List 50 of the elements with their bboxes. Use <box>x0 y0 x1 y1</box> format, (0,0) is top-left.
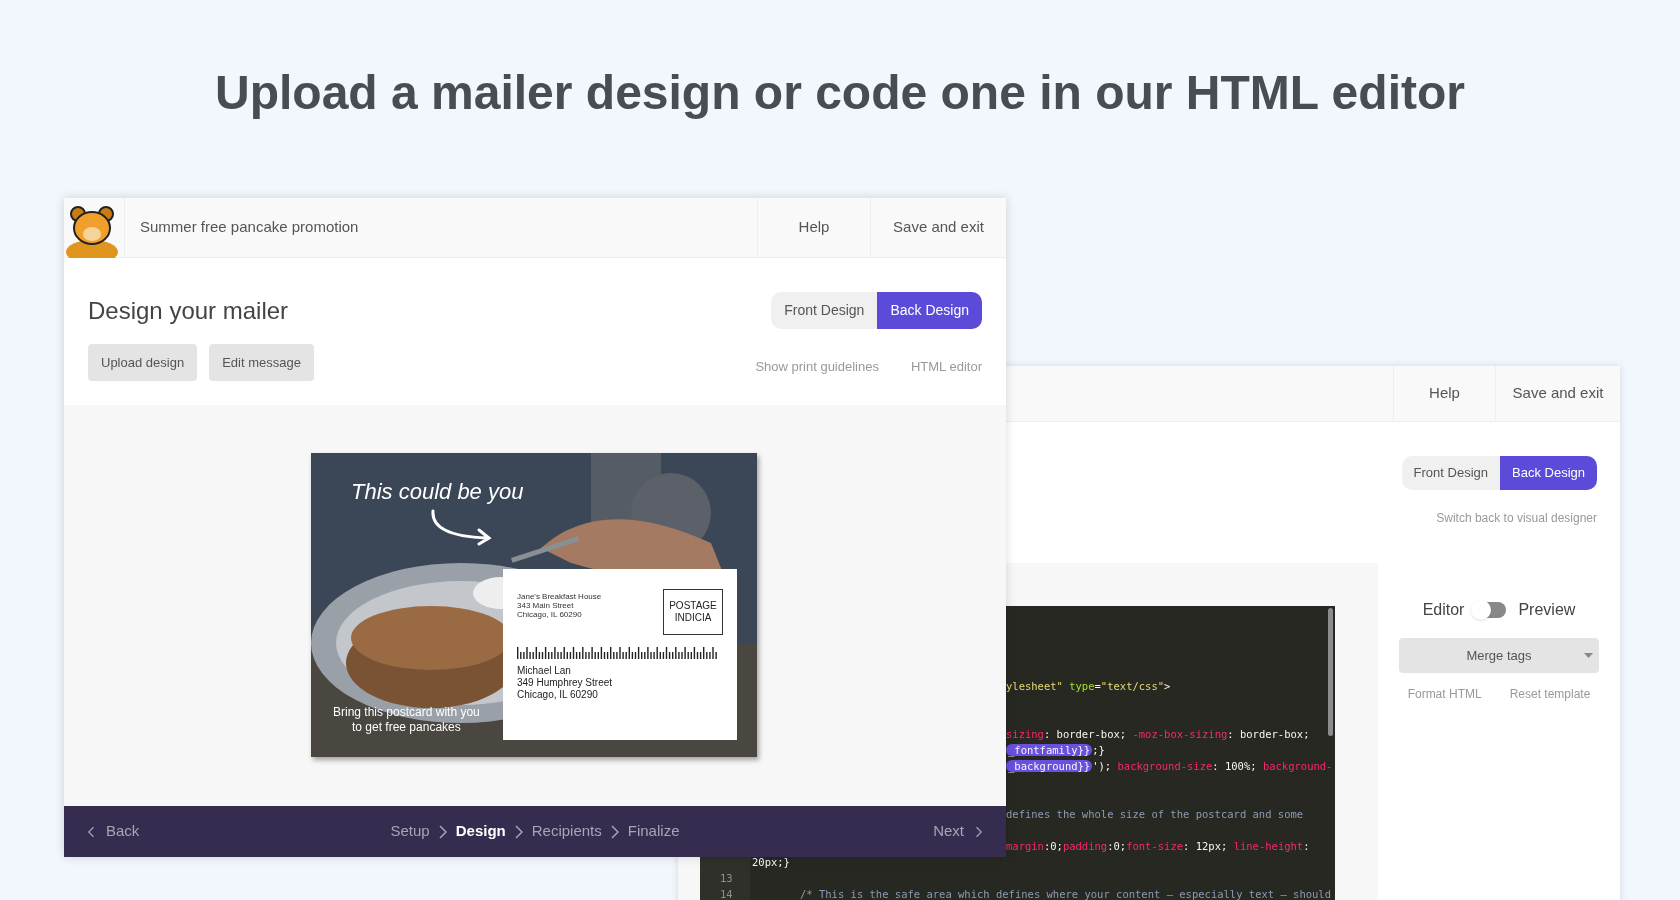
action-button[interactable]: Upload design <box>88 344 198 381</box>
code-line: 20px;} <box>752 855 790 870</box>
recipient-address-line: 349 Humphrey Street <box>517 677 614 689</box>
back-link[interactable]: Back <box>82 820 202 843</box>
editor-label: Editor <box>1422 600 1465 620</box>
postage-text: POSTAGE <box>669 600 717 612</box>
headline: Upload a mailer design or code one in our HTML editor <box>215 65 1465 121</box>
line-number: 14 <box>720 887 733 900</box>
recipient-address-line: Michael Lan <box>517 665 572 677</box>
scrollbar[interactable] <box>1328 608 1333 736</box>
barcode-icon <box>517 647 719 659</box>
header-link[interactable]: Help <box>757 198 870 257</box>
step-link[interactable]: Recipients <box>531 820 602 843</box>
design-tab[interactable]: Front Design <box>771 292 878 329</box>
code-line: ylesheet" type="text/css"> <box>1006 679 1171 694</box>
view-toggle[interactable] <box>1472 602 1507 618</box>
caret-icon <box>1584 653 1593 658</box>
chevron-right-icon <box>514 824 523 839</box>
chevron-right-icon <box>610 824 619 839</box>
project-title: Summer free pancake promotion <box>124 198 757 257</box>
return-address-line: Jane's Breakfast House <box>517 592 602 601</box>
header-link[interactable]: Save and exit <box>1495 366 1620 421</box>
code-line: _fontfamily}} ;} <box>1006 743 1105 758</box>
step-link[interactable]: Finalize <box>627 820 680 843</box>
code-line: sizing: border-box; -moz-box-sizing: border-box; <box>1006 727 1310 742</box>
step-link[interactable]: Setup <box>390 820 430 843</box>
postcard-headline: This could be you <box>351 478 524 506</box>
chevron-right-icon <box>438 824 447 839</box>
design-tab[interactable]: Back Design <box>877 292 982 329</box>
postcard-text: to get free pancakes <box>352 720 461 735</box>
code-line: margin:0;padding:0;font-size: 12px; line-height: <box>1006 839 1310 854</box>
postcard-text: Bring this postcard with you <box>333 705 480 720</box>
return-address-line: 343 Main Street <box>517 601 575 610</box>
design-tab[interactable]: Front Design <box>1401 456 1500 490</box>
code-line: /* This is the safe area which defines where your content – especially text – should <box>800 887 1331 900</box>
action-button[interactable]: Edit message <box>209 344 314 381</box>
return-address-line: Chicago, IL 60290 <box>517 610 583 619</box>
header-link[interactable]: Help <box>1393 366 1495 421</box>
merge-tags-dropdown[interactable]: Merge tags <box>1399 638 1599 673</box>
preview-label: Preview <box>1518 600 1576 620</box>
step-link[interactable]: Design <box>455 820 506 843</box>
line-number: 13 <box>720 871 733 886</box>
header-link[interactable]: Save and exit <box>870 198 1006 257</box>
page-heading: Design your mailer <box>88 296 290 326</box>
design-tab[interactable]: Back Design <box>1500 456 1597 490</box>
recipient-address-line: Chicago, IL 60290 <box>517 689 599 701</box>
postage-text: INDICIA <box>674 612 712 624</box>
code-line: _background}} '); background-size: 100%; background- <box>1006 759 1333 774</box>
code-line: defines the whole size of the postcard and some <box>1006 807 1304 822</box>
next-link[interactable]: Next <box>868 820 988 843</box>
